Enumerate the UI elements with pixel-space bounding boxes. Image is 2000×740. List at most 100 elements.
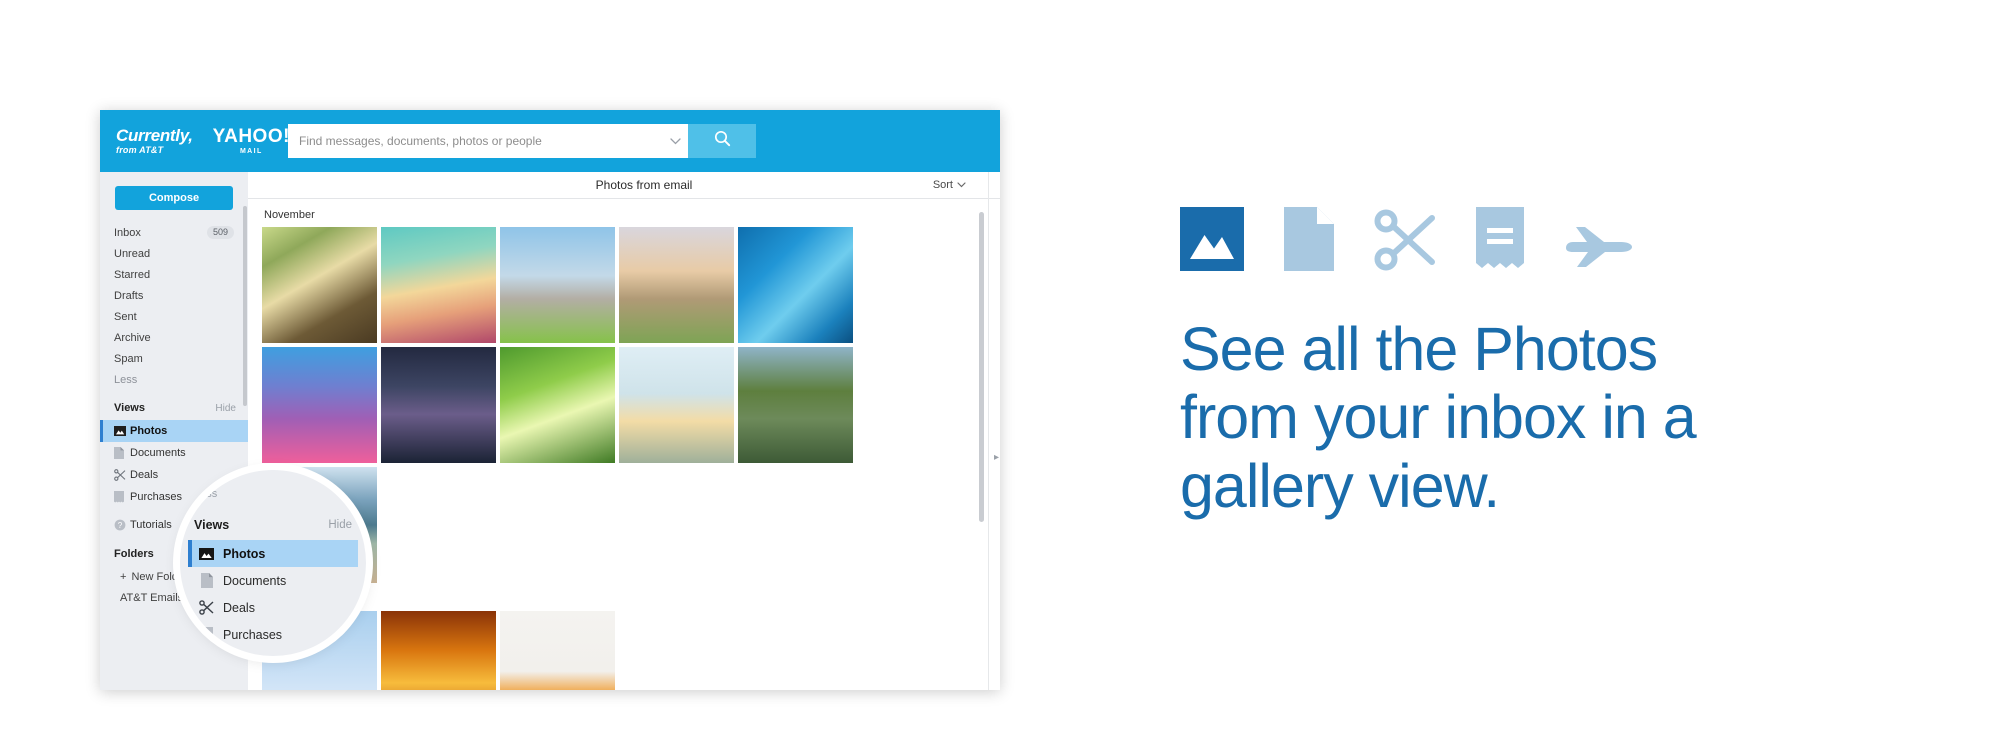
month-label-november: November [264, 209, 315, 221]
currently-wordmark: Currently, from AT&T [116, 127, 193, 155]
sidebar-item-label: Drafts [114, 289, 144, 302]
photo-thumb-misty-lake-sunrise[interactable] [619, 347, 734, 463]
search-placeholder-text: Find messages, documents, photos or peop… [299, 134, 542, 148]
photo-thumb-elephant-savanna[interactable] [500, 227, 615, 343]
airplane-icon [1564, 215, 1636, 271]
photo-thumb-orange-sunset-sky[interactable] [381, 611, 496, 690]
sidebar-item-label: Archive [114, 331, 151, 344]
scissors-icon [198, 600, 215, 615]
brand-primary-sub-text: from AT&T [116, 145, 164, 155]
magnified-item-label: Deals [223, 600, 255, 615]
magnified-views-list: Photos Documents Deals Purchases [188, 540, 358, 648]
scissors-icon [114, 469, 130, 481]
photo-thumb-dolphin-underwater[interactable] [738, 227, 853, 343]
receipt-icon [198, 627, 215, 642]
brand-secondary-text: YAHOO! [212, 126, 290, 147]
folders-section-title: Folders [114, 548, 154, 560]
yahoo-wordmark: YAHOO! MAIL [213, 127, 290, 155]
svg-text:?: ? [118, 521, 123, 530]
sidebar-item-inbox[interactable]: Inbox 509 [100, 222, 248, 243]
magnified-less-toggle[interactable]: Less [194, 488, 217, 500]
receipt-icon [114, 491, 130, 503]
promo-icon-row [1180, 205, 1940, 271]
sidebar-item-label: Documents [130, 447, 186, 459]
app-topbar: Currently, from AT&T YAHOO! MAIL Find me… [100, 110, 1000, 172]
magnified-item-label: Documents [223, 573, 287, 588]
document-icon [198, 573, 215, 588]
magnifier-content: Less Views Hide Photos Documents Deals P… [180, 470, 366, 656]
photo-row [262, 467, 1000, 583]
sidebar-item-label: Deals [130, 469, 159, 481]
photo-row [262, 611, 1000, 690]
views-hide-toggle[interactable]: Hide [215, 403, 236, 414]
photo-row [262, 227, 1000, 343]
photo-row [262, 347, 1000, 463]
compose-button[interactable]: Compose [115, 186, 233, 210]
sidebar-scrollbar[interactable] [243, 206, 247, 406]
sidebar-item-label: Starred [114, 268, 151, 281]
photo-thumb-spring-flowers[interactable] [500, 611, 615, 690]
promo-panel: See all the Photos from your inbox in a … [1180, 205, 1940, 520]
magnified-item-documents[interactable]: Documents [188, 567, 358, 594]
photo-thumb-palm-trees-sunset[interactable] [381, 227, 496, 343]
magnified-views-hide[interactable]: Hide [328, 519, 352, 531]
brand-primary-text: Currently, [116, 126, 193, 145]
photo-thumb-palms-dusk-purple[interactable] [262, 347, 377, 463]
mail-app-window: Currently, from AT&T YAHOO! MAIL Find me… [100, 110, 1000, 690]
sidebar-item-photos[interactable]: Photos [100, 420, 248, 442]
photo-thumb-giraffes-field[interactable] [619, 227, 734, 343]
sidebar-less-toggle[interactable]: Less [100, 369, 248, 390]
photo-thumb-green-forest-light[interactable] [500, 347, 615, 463]
sidebar-item-archive[interactable]: Archive [100, 327, 248, 348]
views-section-title: Views [114, 402, 145, 414]
folder-label: AT&T Emails [120, 591, 184, 604]
promo-headline: See all the Photos from your inbox in a … [1180, 315, 1697, 520]
sidebar-item-label: Purchases [130, 491, 182, 503]
mail-folder-nav: Inbox 509 Unread Starred Drafts Sent Arc… [100, 222, 248, 369]
inbox-count-badge: 509 [206, 226, 234, 239]
search-area: Find messages, documents, photos or peop… [288, 124, 756, 158]
chevron-down-icon [957, 179, 966, 191]
main-header: Photos from email Sort [248, 172, 1000, 199]
document-icon [114, 447, 130, 459]
brand-logo[interactable]: Currently, from AT&T YAHOO! MAIL [100, 110, 289, 172]
photo-thumb-starry-night-pines[interactable] [381, 347, 496, 463]
sidebar-item-unread[interactable]: Unread [100, 243, 248, 264]
sort-label: Sort [932, 179, 953, 191]
pane-divider [988, 172, 989, 690]
search-button[interactable] [688, 124, 756, 158]
sidebar-item-label: Unread [114, 247, 151, 260]
search-input[interactable]: Find messages, documents, photos or peop… [288, 124, 688, 158]
sidebar-item-spam[interactable]: Spam [100, 348, 248, 369]
views-section-header: Views Hide [100, 396, 248, 420]
sidebar-item-drafts[interactable]: Drafts [100, 285, 248, 306]
chevron-right-icon[interactable]: ▸ [994, 452, 999, 463]
photos-icon [1180, 207, 1244, 271]
photos-icon [198, 547, 215, 560]
sidebar-item-label: Spam [114, 352, 143, 365]
photos-icon [114, 426, 130, 436]
scissors-icon [1374, 209, 1436, 271]
page-title: Photos from email [595, 178, 693, 192]
receipt-icon [1476, 207, 1524, 271]
magnified-views-header: Views Hide [194, 518, 352, 532]
sidebar-item-starred[interactable]: Starred [100, 264, 248, 285]
sort-dropdown[interactable]: Sort [933, 172, 966, 198]
sidebar-item-documents[interactable]: Documents [100, 442, 248, 464]
month-label-october: October [264, 593, 1000, 605]
brand-secondary-sub-text: MAIL [239, 148, 263, 155]
photo-thumb-forest-sunbeams[interactable] [262, 227, 377, 343]
sidebar-item-label: Inbox [114, 226, 141, 239]
magnified-item-photos[interactable]: Photos [188, 540, 358, 567]
plus-icon: + [120, 570, 127, 583]
chevron-down-icon[interactable] [662, 124, 688, 158]
magnified-item-deals[interactable]: Deals [188, 594, 358, 621]
sidebar-item-sent[interactable]: Sent [100, 306, 248, 327]
magnifier-lens: Less Views Hide Photos Documents Deals P… [180, 470, 366, 656]
screenshot-root: Currently, from AT&T YAHOO! MAIL Find me… [0, 0, 2000, 740]
magnified-item-purchases[interactable]: Purchases [188, 621, 358, 648]
sidebar-item-label: Sent [114, 310, 137, 323]
photo-thumb-rocky-lake-shore[interactable] [738, 347, 853, 463]
question-circle-icon: ? [114, 519, 130, 531]
gallery-scrollbar[interactable] [979, 212, 984, 522]
